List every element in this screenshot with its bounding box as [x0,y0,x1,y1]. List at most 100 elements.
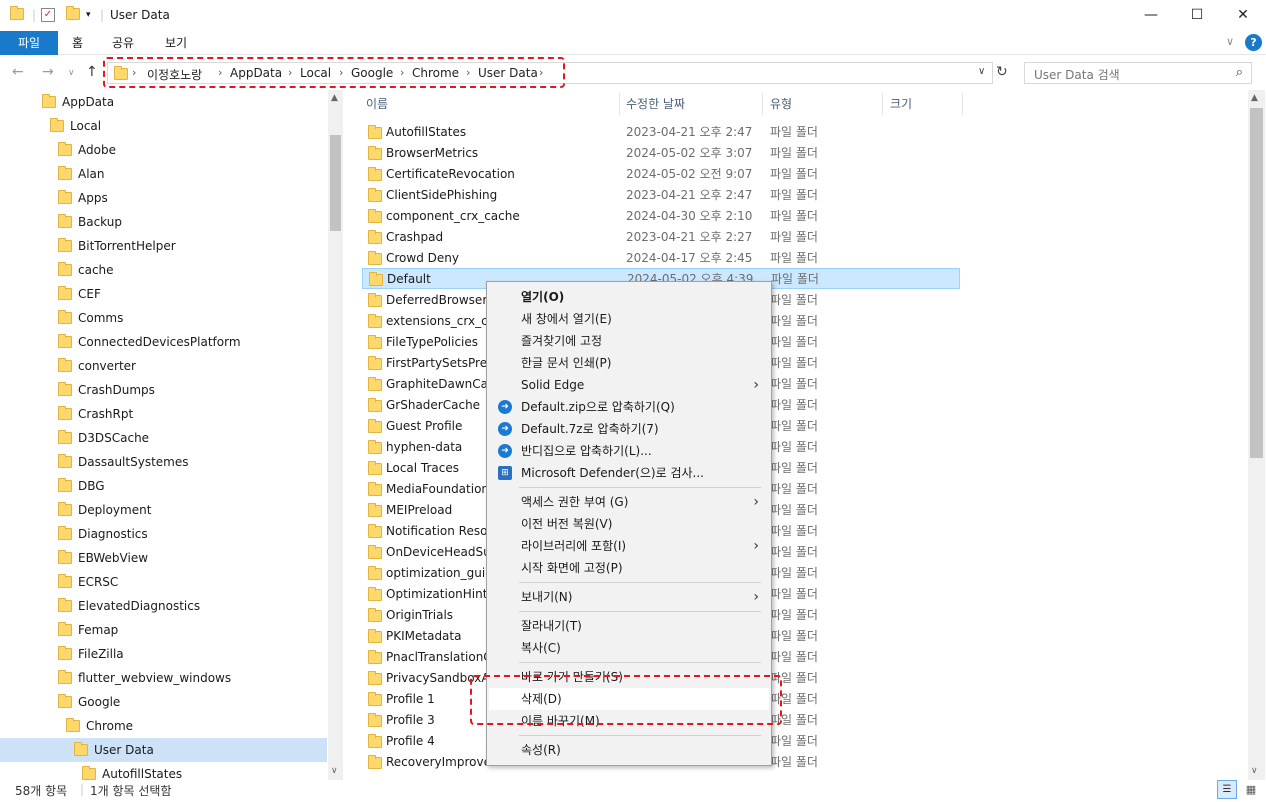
menu-item[interactable]: 잘라내기(T) [489,615,769,637]
menu-item[interactable]: 시작 화면에 고정(P) [489,557,769,579]
folder-icon [368,167,382,181]
menu-item[interactable]: 속성(R) [489,739,769,761]
tree-item[interactable]: CEF [58,282,101,306]
tree-item[interactable]: FileZilla [58,642,124,666]
menu-item[interactable]: 새 창에서 열기(E) [489,308,769,330]
close-button[interactable]: ✕ [1220,0,1266,31]
menu-item[interactable]: 액세스 권한 부여 (G) › [489,491,769,513]
file-row[interactable]: ClientSidePhishing 2023-04-21 오후 2:47 파일 폴… [362,185,960,206]
file-row[interactable]: component_crx_cache 2024-04-30 오후 2:10 파일 … [362,206,960,227]
menu-item[interactable]: ➜ 반디집으로 압축하기(L)... [489,440,769,462]
file-row[interactable]: Crowd Deny 2024-04-17 오후 2:45 파일 폴더 [362,248,960,269]
menu-item[interactable]: 열기(O) [489,286,769,308]
tree-item[interactable]: ConnectedDevicesPlatform [58,330,241,354]
tree-item[interactable]: AppData [42,90,114,114]
tree-item[interactable]: converter [58,354,136,378]
tab-home[interactable]: 홈 [58,31,97,55]
tree-item[interactable]: User Data [0,738,327,762]
menu-item[interactable]: 한글 문서 인쇄(P) [489,352,769,374]
tree-item[interactable]: AutofillStates [82,762,182,780]
column-header-size[interactable]: 크기 [890,95,912,112]
column-header-name[interactable]: 이름 [366,95,388,112]
menu-item[interactable]: 보내기(N) › [489,586,769,608]
properties-icon[interactable]: ✓ [41,8,55,22]
details-view-icon[interactable]: ☰ [1217,780,1237,799]
tree-item[interactable]: ECRSC [58,570,118,594]
tab-view[interactable]: 보기 [151,31,201,55]
file-type: 파일 폴더 [770,314,818,328]
menu-item[interactable]: 즐겨찾기에 고정 [489,330,769,352]
tree-item[interactable]: Chrome [66,714,133,738]
tree-item[interactable]: D3DSCache [58,426,149,450]
scroll-up-icon[interactable]: ▲ [331,93,338,103]
tree-item[interactable]: Backup [58,210,122,234]
tree-item[interactable]: cache [58,258,114,282]
column-divider[interactable] [962,93,963,115]
file-row[interactable]: CertificateRevocation 2024-05-02 오전 9:07 파… [362,164,960,185]
list-scrollbar-thumb[interactable] [1250,108,1263,458]
help-icon[interactable]: ? [1245,34,1262,51]
column-divider[interactable] [619,93,620,115]
tree-item[interactable]: Diagnostics [58,522,148,546]
folder-icon [368,125,382,139]
scroll-down-icon[interactable]: ∨ [1251,766,1258,776]
tree-item[interactable]: Google [58,690,120,714]
menu-item[interactable]: ➜ Default.zip으로 압축하기(Q) [489,396,769,418]
tab-file[interactable]: 파일 [0,31,58,55]
forward-icon[interactable]: → [42,64,54,80]
menu-item[interactable]: ⊞ Microsoft Defender(으)로 검사... [489,462,769,484]
file-row[interactable]: BrowserMetrics 2024-05-02 오후 3:07 파일 폴더 [362,143,960,164]
quick-access-dropdown-icon[interactable]: ▾ [86,10,91,20]
item-count: 58개 항목 [15,784,68,798]
scroll-down-icon[interactable]: ∨ [331,766,338,776]
tree-item[interactable]: BitTorrentHelper [58,234,176,258]
tree-item[interactable]: Adobe [58,138,116,162]
tree-item[interactable]: Local [50,114,101,138]
tree-item[interactable]: Alan [58,162,105,186]
tree-item[interactable]: flutter_webview_windows [58,666,231,690]
menu-item[interactable]: ➜ Default.7z로 압축하기(7) [489,418,769,440]
recent-dropdown-icon[interactable]: ∨ [68,68,75,78]
file-row[interactable]: AutofillStates 2023-04-21 오후 2:47 파일 폴더 [362,122,960,143]
tree-item[interactable]: DBG [58,474,105,498]
column-divider[interactable] [762,93,763,115]
column-divider[interactable] [882,93,883,115]
menu-item[interactable]: Solid Edge › [489,374,769,396]
large-icons-view-icon[interactable]: ▦ [1241,780,1261,799]
tree-item[interactable]: Comms [58,306,123,330]
ribbon-expand-icon[interactable]: ∨ [1226,35,1234,48]
folder-icon [58,597,72,612]
folder-icon [58,165,72,180]
tree-item[interactable]: DassaultSystemes [58,450,188,474]
back-icon[interactable]: ← [12,64,24,80]
menu-item[interactable]: 복사(C) [489,637,769,659]
tree-item[interactable]: CrashRpt [58,402,133,426]
search-icon[interactable]: ⌕ [1236,65,1243,80]
up-icon[interactable]: ↑ [86,64,98,80]
minimize-button[interactable]: — [1128,0,1174,31]
search-input[interactable]: User Data 검색 ⌕ [1024,62,1252,84]
tab-share[interactable]: 공유 [98,31,148,55]
menu-item[interactable]: 라이브러리에 포함(I) › [489,535,769,557]
tree-item[interactable]: CrashDumps [58,378,155,402]
column-header-date[interactable]: 수정한 날짜 [626,95,685,112]
new-folder-icon[interactable] [66,6,80,20]
tree-item[interactable]: ElevatedDiagnostics [58,594,200,618]
file-name: Guest Profile [386,419,463,433]
maximize-button[interactable]: ☐ [1174,0,1220,31]
column-header-type[interactable]: 유형 [770,95,792,112]
refresh-icon[interactable]: ↻ [996,64,1008,80]
file-name: Local Traces [386,461,460,475]
menu-separator [519,582,761,583]
tree-item[interactable]: Deployment [58,498,151,522]
tree-item[interactable]: Femap [58,618,118,642]
scroll-up-icon[interactable]: ▲ [1251,93,1258,103]
menu-item[interactable]: 이전 버전 복원(V) [489,513,769,535]
file-row[interactable]: Crashpad 2023-04-21 오후 2:27 파일 폴더 [362,227,960,248]
tree-item[interactable]: Apps [58,186,108,210]
tree-scrollbar-thumb[interactable] [330,135,341,231]
folder-icon [58,285,72,300]
tree-item-label: Adobe [78,143,116,157]
tree-item[interactable]: EBWebView [58,546,148,570]
address-dropdown-icon[interactable]: ∨ [978,66,985,77]
